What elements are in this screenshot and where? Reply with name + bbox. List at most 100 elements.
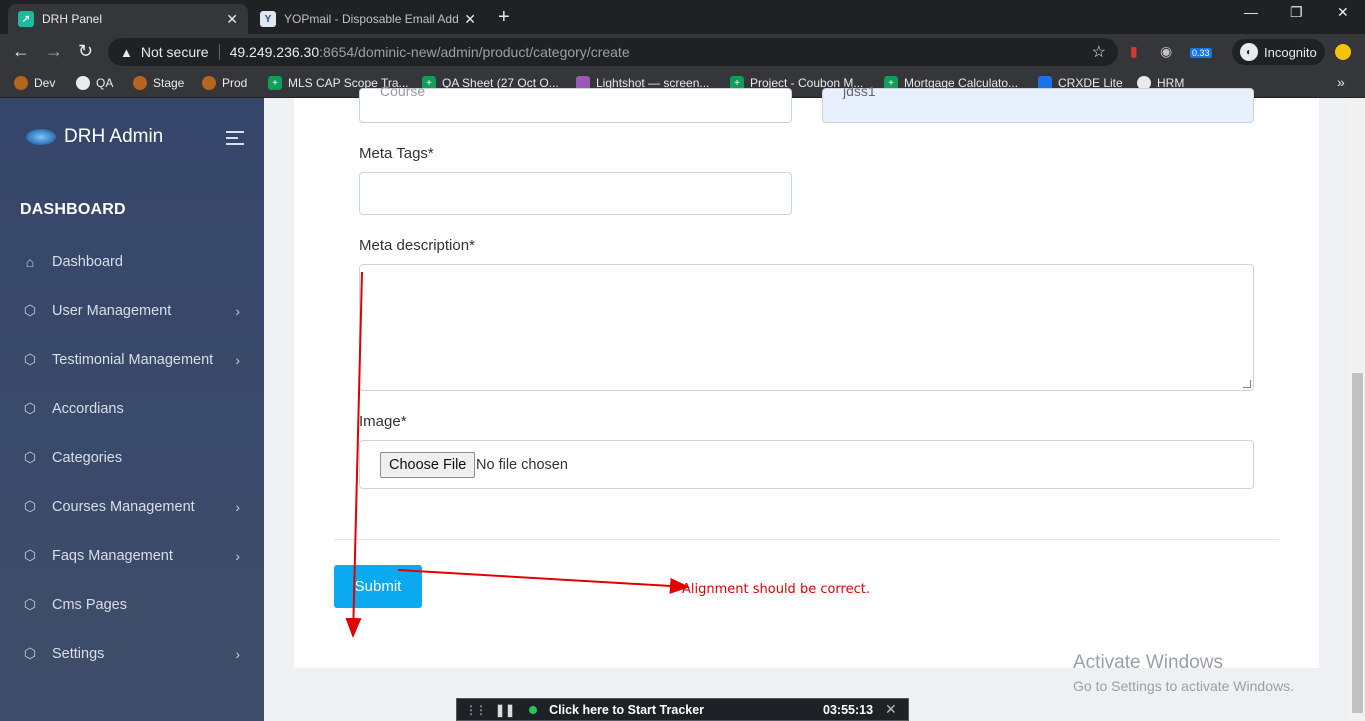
watermark-subtitle: Go to Settings to activate Windows. (1073, 678, 1294, 694)
sidebar-item-faqs-management[interactable]: ⬡ Faqs Management › (0, 531, 264, 580)
url-path: :8654/dominic-new/admin/product/category… (319, 44, 630, 60)
restore-icon[interactable]: ❐ (1290, 4, 1303, 21)
profile-avatar[interactable] (1335, 44, 1351, 60)
bookmark-stage[interactable]: Stage (133, 76, 184, 90)
pdf-extension-icon[interactable]: ▮ (1130, 43, 1138, 60)
cube-icon: ⬡ (23, 302, 37, 318)
bookmark-qa[interactable]: QA (76, 76, 113, 90)
minimize-icon[interactable]: — (1244, 4, 1258, 20)
close-icon[interactable]: ✕ (885, 701, 897, 718)
divider (218, 44, 220, 60)
windows-activation-watermark: Activate Windows Go to Settings to activ… (1073, 652, 1294, 694)
bookmark-label: Stage (153, 76, 185, 90)
sidebar-item-settings[interactable]: ⬡ Settings › (0, 629, 264, 678)
chevron-right-icon: › (235, 645, 240, 662)
reload-icon[interactable]: ↻ (78, 41, 93, 62)
menu-toggle-icon[interactable] (226, 131, 244, 149)
chevron-right-icon: › (235, 547, 240, 564)
page-scrollbar[interactable] (1350, 98, 1365, 721)
close-tab-icon[interactable]: ✕ (226, 11, 238, 28)
tab-yopmail[interactable]: Y YOPmail - Disposable Email Addr ✕ (250, 4, 486, 34)
bookmarks-overflow-icon[interactable]: » (1337, 74, 1345, 90)
warning-icon: ▲ (120, 44, 133, 60)
sidebar-item-accordians[interactable]: ⬡ Accordians (0, 384, 264, 433)
back-arrow-icon[interactable]: ← (12, 41, 30, 62)
incognito-label: Incognito (1264, 44, 1317, 60)
cube-icon: ⬡ (23, 645, 37, 661)
chevron-right-icon: › (235, 302, 240, 319)
camera-icon[interactable]: ◉ (1160, 43, 1172, 60)
incognito-indicator[interactable]: ◐ Incognito (1232, 39, 1325, 65)
meta-description-textarea[interactable] (359, 264, 1254, 391)
sidebar-menu: ⌂ Dashboard ⬡ User Management › ⬡ Testim… (0, 237, 264, 678)
sidebar-item-label: Faqs Management (52, 547, 173, 564)
new-tab-button[interactable]: + (498, 6, 510, 29)
brand[interactable]: DRH Admin (26, 126, 163, 148)
divider (334, 539, 1279, 540)
sidebar-item-categories[interactable]: ⬡ Categories (0, 433, 264, 482)
sidebar-item-label: Settings (52, 645, 105, 662)
sidebar-item-label: Testimonial Management (52, 351, 214, 368)
sidebar-item-label: Accordians (52, 400, 124, 417)
tab-label: DRH Panel (42, 12, 103, 26)
sidebar-item-label: Categories (52, 449, 123, 466)
submit-button[interactable]: Submit (334, 565, 422, 608)
sidebar-section-title: DASHBOARD (20, 201, 126, 218)
image-file-input[interactable]: Choose File No file chosen (359, 440, 1254, 489)
tracker-label[interactable]: Click here to Start Tracker (549, 703, 704, 717)
tracker-time: 03:55:13 (823, 702, 874, 717)
scrollbar-thumb[interactable] (1352, 373, 1363, 713)
extension-badge[interactable]: 0.33 (1190, 48, 1212, 58)
home-icon: ⌂ (25, 253, 35, 270)
sidebar: DRH Admin DASHBOARD ⌂ Dashboard ⬡ User M… (0, 98, 264, 721)
cube-icon: ⬡ (23, 400, 37, 416)
bookmark-label: Dev (34, 76, 56, 90)
cube-icon: ⬡ (23, 449, 37, 465)
pause-icon[interactable]: ❚❚ (495, 703, 515, 717)
sidebar-item-dashboard[interactable]: ⌂ Dashboard (0, 237, 264, 286)
url-host: 49.249.236.30 (229, 44, 320, 60)
image-label: Image* (359, 413, 407, 430)
meta-tags-label: Meta Tags* (359, 145, 434, 162)
cube-icon: ⬡ (23, 351, 37, 367)
sidebar-item-label: Dashboard (52, 253, 123, 270)
sidebar-item-label: User Management (52, 302, 172, 319)
meta-tags-field[interactable] (359, 172, 792, 215)
sidebar-item-user-management[interactable]: ⬡ User Management › (0, 286, 264, 335)
bookmark-icon (202, 76, 216, 90)
browser-tab-bar: ↗ DRH Panel ✕ Y YOPmail - Disposable Ema… (0, 0, 1365, 34)
watermark-title: Activate Windows (1073, 652, 1223, 673)
forward-arrow-icon[interactable]: → (45, 41, 63, 62)
slug-value: jdss1 (843, 83, 876, 99)
chevron-right-icon: › (235, 498, 240, 515)
sidebar-item-label: Courses Management (52, 498, 195, 515)
logo-icon (26, 129, 56, 145)
sidebar-item-cms-pages[interactable]: ⬡ Cms Pages (0, 580, 264, 629)
cube-icon: ⬡ (23, 547, 37, 563)
sidebar-item-courses-management[interactable]: ⬡ Courses Management › (0, 482, 264, 531)
sidebar-item-label: Cms Pages (52, 596, 127, 613)
bookmark-label: QA (96, 76, 114, 90)
bookmark-dev[interactable]: Dev (14, 76, 55, 90)
globe-icon (76, 76, 90, 90)
close-window-icon[interactable]: ✕ (1337, 4, 1349, 21)
resize-handle-icon[interactable] (1243, 380, 1251, 388)
address-bar[interactable]: ▲ Not secure 49.249.236.30 :8654/dominic… (108, 38, 1118, 66)
choose-file-button[interactable]: Choose File (380, 452, 476, 478)
cube-icon: ⬡ (23, 498, 37, 514)
sheets-icon: + (268, 76, 282, 90)
browser-toolbar: ← → ↻ ▲ Not secure 49.249.236.30 :8654/d… (0, 34, 1365, 70)
time-tracker-widget[interactable]: ⋮⋮ ❚❚ Click here to Start Tracker 03:55:… (456, 698, 909, 721)
annotation-text: Alignment should be correct. (682, 582, 870, 597)
type-select[interactable]: Course (359, 83, 792, 123)
tab-drh-panel[interactable]: ↗ DRH Panel ✕ (8, 4, 248, 34)
no-file-text: No file chosen (476, 457, 568, 473)
close-tab-icon[interactable]: ✕ (464, 11, 476, 28)
slug-field[interactable]: jdss1 (822, 83, 1254, 123)
type-value: Course (380, 83, 426, 99)
bookmark-prod[interactable]: Prod (202, 76, 247, 90)
drag-handle-icon[interactable]: ⋮⋮ (465, 703, 487, 717)
bookmark-star-icon[interactable]: ☆ (1092, 42, 1106, 62)
meta-description-label: Meta description* (359, 237, 475, 254)
sidebar-item-testimonial-management[interactable]: ⬡ Testimonial Management › (0, 335, 264, 384)
